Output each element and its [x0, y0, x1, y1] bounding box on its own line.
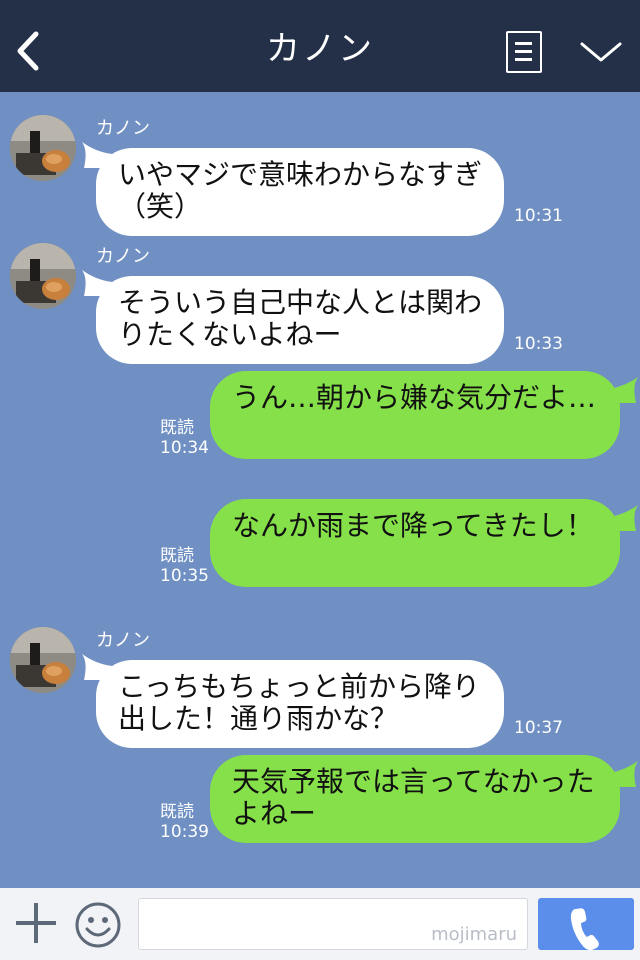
incoming-message[interactable]: いやマジで意味わからなすぎ（笑）: [96, 148, 504, 236]
phone-icon: [570, 908, 599, 950]
outgoing-message[interactable]: なんか雨まで降ってきたし！: [210, 499, 620, 587]
emoji-button[interactable]: [74, 901, 122, 949]
plus-icon: [16, 903, 56, 943]
incoming-message[interactable]: こっちもちょっと前から降り出した！通り雨かな？: [96, 660, 504, 748]
message-input[interactable]: mojimaru: [138, 898, 528, 950]
message-time: 10:37: [514, 718, 563, 738]
add-button[interactable]: [14, 901, 58, 945]
avatar[interactable]: [10, 627, 76, 693]
watermark: mojimaru: [431, 924, 517, 945]
message-list[interactable]: カノン いやマジで意味わからなすぎ（笑） 10:31 カノン そういう自己中な人…: [0, 92, 640, 888]
menu-button[interactable]: [506, 31, 542, 73]
avatar[interactable]: [10, 243, 76, 309]
message-time: 10:39: [160, 822, 209, 842]
chevron-down-icon: [580, 42, 622, 62]
sender-name: カノン: [96, 246, 150, 267]
sender-name: カノン: [96, 630, 150, 651]
message-time: 10:34: [160, 438, 209, 458]
incoming-message[interactable]: そういう自己中な人とは関わりたくないよねー: [96, 276, 504, 364]
read-receipt: 既読: [160, 546, 194, 566]
avatar[interactable]: [10, 115, 76, 181]
call-button[interactable]: [538, 898, 634, 950]
outgoing-message[interactable]: うん…朝から嫌な気分だよ…: [210, 371, 620, 459]
read-receipt: 既読: [160, 418, 194, 438]
sender-name: カノン: [96, 118, 150, 139]
message-time: 10:33: [514, 334, 563, 354]
message-time: 10:31: [514, 206, 563, 226]
chat-header: カノン: [0, 0, 640, 92]
smiley-icon: [75, 902, 121, 948]
outgoing-message[interactable]: 天気予報では言ってなかったよねー: [210, 755, 620, 843]
expand-button[interactable]: [578, 36, 624, 66]
read-receipt: 既読: [160, 802, 194, 822]
message-time: 10:35: [160, 566, 209, 586]
chat-title: カノン: [266, 29, 374, 69]
